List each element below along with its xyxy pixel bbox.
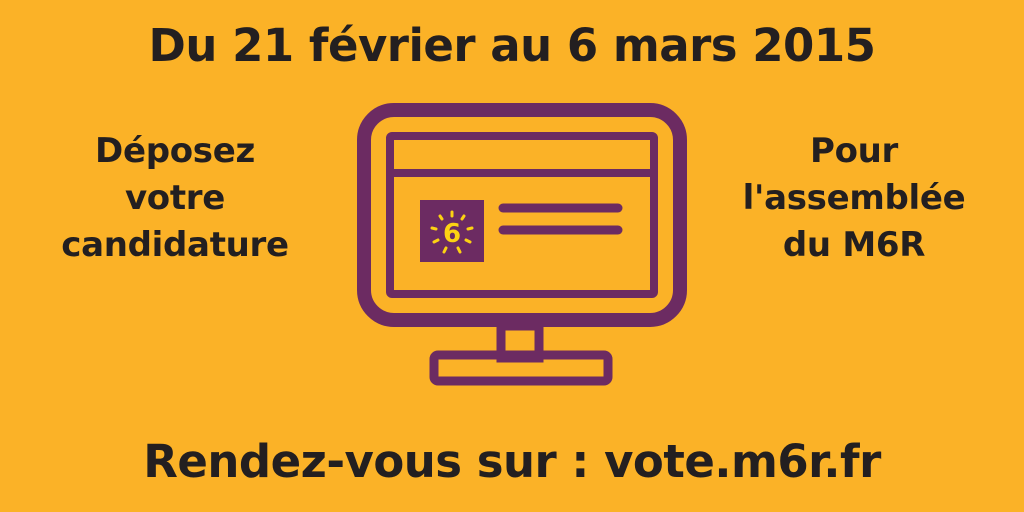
banner: Du 21 février au 6 mars 2015 Déposez vot… [0, 0, 1024, 512]
left-line-3: candidature [61, 225, 289, 265]
left-line-1: Déposez [95, 131, 255, 171]
logo-six: 6 [443, 219, 461, 249]
monitor-base [429, 350, 613, 386]
left-line-2: votre [124, 178, 226, 218]
right-line-3: du M6R [782, 225, 926, 265]
headline-dates: Du 21 février au 6 mars 2015 [148, 19, 876, 72]
right-line-1: Pour [809, 131, 899, 171]
left-text-block: Déposez votre candidature [5, 128, 345, 269]
footer-url: Rendez-vous sur : vote.m6r.fr [143, 435, 881, 488]
computer-monitor-icon: 6 [357, 103, 687, 386]
right-text-block: Pour l'assemblée du M6R [684, 128, 1024, 269]
right-line-2: l'assemblée [742, 178, 966, 218]
monitor-screen-frame [357, 103, 687, 327]
